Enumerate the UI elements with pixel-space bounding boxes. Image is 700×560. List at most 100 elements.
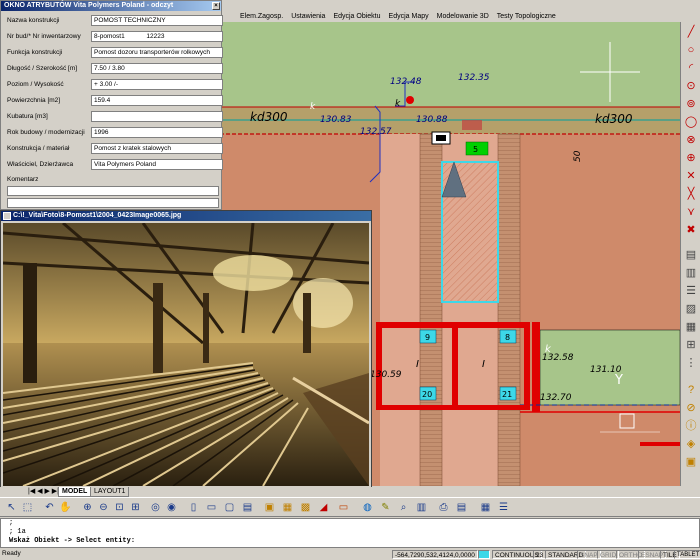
- coordinates-readout: -564,7290,532,4124,0,0000: [392, 550, 478, 559]
- cad-k-label: k: [310, 102, 316, 112]
- menu-ustawienia[interactable]: Ustawienia: [291, 13, 325, 20]
- arc-icon[interactable]: ◜: [683, 60, 699, 76]
- zoom-extents-icon[interactable]: ◎: [148, 500, 163, 515]
- attr-value-field[interactable]: Pomost dozoru transporterów rolkowych: [91, 47, 223, 58]
- menu-modelowanie-3d[interactable]: Modelowanie 3D: [437, 13, 489, 20]
- info-icon[interactable]: ⓘ: [683, 418, 699, 434]
- attr-row: Właściciel, Dzierżawca Vita Polymers Pola…: [5, 158, 223, 172]
- command-line[interactable]: ; ; 1a Wskaż Obiekt -> Select entity:: [0, 518, 700, 548]
- extend-icon[interactable]: ✕: [683, 168, 699, 184]
- close-icon[interactable]: ×: [212, 2, 220, 10]
- layer-icon[interactable]: ▩: [298, 500, 313, 515]
- pointer-icon[interactable]: ↖: [4, 500, 19, 515]
- tag-icon[interactable]: ◈: [683, 436, 699, 452]
- attr-value-field[interactable]: 1996: [91, 127, 223, 138]
- photo-window-title-bar[interactable]: C:\!_Vita\Foto\8-Pomost1\2004_0423Image0…: [1, 211, 371, 221]
- layer-color-swatch[interactable]: [478, 550, 490, 559]
- status-bar: Ready -564,7290,532,4124,0,0000 CONTINUO…: [0, 549, 700, 560]
- frame-icon[interactable]: ▢: [222, 500, 237, 515]
- menu-edycja-mapy[interactable]: Edycja Mapy: [389, 13, 429, 20]
- zoom-prev-icon[interactable]: ◉: [164, 500, 179, 515]
- attr-label: Nr bud/* Nr inwentarzowy: [7, 33, 81, 40]
- image-icon[interactable]: ▣: [262, 500, 277, 515]
- attribute-window-title: OKNO ATRYBUTÓW Vita Polymers Poland - od…: [4, 2, 174, 9]
- circle-icon[interactable]: ○: [683, 42, 699, 58]
- trim-icon[interactable]: ╳: [683, 186, 699, 202]
- measure-icon[interactable]: ⊘: [683, 400, 699, 416]
- dots-icon[interactable]: ⋮: [683, 355, 699, 371]
- grid-icon[interactable]: ⊞: [683, 337, 699, 353]
- attr-value-field[interactable]: 7.50 / 3.80: [91, 63, 223, 74]
- align-icon[interactable]: ☰: [683, 283, 699, 299]
- attr-label: Powierzchnia [m2]: [7, 97, 61, 104]
- point-icon[interactable]: ⊙: [683, 78, 699, 94]
- query-icon[interactable]: ⌕: [396, 500, 411, 515]
- conveyor-photo-image: [3, 223, 369, 486]
- menu-elem-zagosp[interactable]: Elem.Zagosp.: [240, 13, 283, 20]
- shape-icon[interactable]: ◢: [316, 500, 331, 515]
- window-menu-icon[interactable]: [3, 212, 11, 220]
- layer-icon[interactable]: ▤: [683, 247, 699, 263]
- comment-row: Komentarz: [5, 173, 219, 187]
- attr-label: Poziom / Wysokość: [7, 81, 64, 88]
- window-icon[interactable]: ▥: [414, 500, 429, 515]
- center-icon[interactable]: ⊕: [683, 150, 699, 166]
- save-icon[interactable]: ▤: [454, 500, 469, 515]
- arc-point-icon[interactable]: ◯: [683, 114, 699, 130]
- zoom-out-icon[interactable]: ⊖: [96, 500, 111, 515]
- attr-value-field[interactable]: 159.4: [91, 95, 223, 106]
- menu-testy-topologiczne[interactable]: Testy Topologiczne: [497, 13, 556, 20]
- copy-icon[interactable]: ▤: [240, 500, 255, 515]
- attr-label: Właściciel, Dzierżawca: [7, 161, 74, 168]
- tablet-toggle[interactable]: TABLET: [674, 550, 700, 559]
- node-icon[interactable]: ⊗: [683, 132, 699, 148]
- table-icon[interactable]: ▭: [336, 500, 351, 515]
- zoom-window-icon[interactable]: ⊡: [112, 500, 127, 515]
- cross-icon[interactable]: ✖: [683, 222, 699, 238]
- room-number: 8: [505, 333, 510, 342]
- tool-icon[interactable]: ✎: [378, 500, 393, 515]
- pipe-label: kd300: [250, 110, 288, 124]
- globe-icon[interactable]: ◍: [360, 500, 375, 515]
- query-icon[interactable]: ?: [683, 382, 699, 398]
- command-prompt[interactable]: Wskaż Obiekt -> Select entity:: [1, 537, 699, 546]
- view-icon[interactable]: ▯: [186, 500, 201, 515]
- page-icon[interactable]: ▭: [204, 500, 219, 515]
- properties-icon[interactable]: ▥: [683, 265, 699, 281]
- map-icon[interactable]: ▦: [280, 500, 295, 515]
- attr-value-field[interactable]: Pomost z kratek stalowych: [91, 143, 223, 154]
- zoom-all-icon[interactable]: ⊞: [128, 500, 143, 515]
- block-icon[interactable]: ▦: [683, 319, 699, 335]
- cad-k-label: k: [395, 99, 401, 109]
- select-icon[interactable]: ⬚: [20, 500, 35, 515]
- attr-value-field[interactable]: POMOST TECHNICZNY: [91, 15, 223, 26]
- hatch-icon[interactable]: ▨: [683, 301, 699, 317]
- attribute-window-title-bar[interactable]: OKNO ATRYBUTÓW Vita Polymers Poland - od…: [1, 1, 221, 11]
- grid-icon[interactable]: ▦: [478, 500, 493, 515]
- green-box-number: 5: [473, 145, 478, 154]
- list-icon[interactable]: ☰: [496, 500, 511, 515]
- tab-nav-arrows[interactable]: |◀ ◀ ▶ ▶|: [28, 487, 59, 495]
- command-history-line: ; 1a: [9, 528, 26, 536]
- attribute-window: OKNO ATRYBUTÓW Vita Polymers Poland - od…: [0, 0, 223, 210]
- command-history-line: ;: [9, 519, 14, 527]
- tab-layout1[interactable]: LAYOUT1: [90, 487, 130, 497]
- attr-value-field[interactable]: Vita Polymers Poland: [91, 159, 223, 170]
- circle-point-icon[interactable]: ⊚: [683, 96, 699, 112]
- line-icon[interactable]: ╱: [683, 24, 699, 40]
- offset-icon[interactable]: ⋎: [683, 204, 699, 220]
- attr-value-field[interactable]: [91, 111, 223, 122]
- photo-icon[interactable]: ▣: [683, 454, 699, 470]
- attr-label: Kubatura [m3]: [7, 113, 48, 120]
- zoom-in-icon[interactable]: ⊕: [80, 500, 95, 515]
- comment-field-2[interactable]: [7, 198, 219, 208]
- attr-label: Funkcja konstrukcji: [7, 49, 63, 56]
- tab-model[interactable]: MODEL: [58, 487, 92, 497]
- print-icon[interactable]: ⎙: [436, 500, 451, 515]
- comment-field[interactable]: [7, 186, 219, 196]
- attr-value-field[interactable]: 8-pomost1 12223: [91, 31, 223, 42]
- pan-icon[interactable]: ✋: [58, 500, 73, 515]
- attr-value-field[interactable]: + 3.00 /-: [91, 79, 223, 90]
- undo-icon[interactable]: ↶: [42, 500, 57, 515]
- menu-edycja-obiektu[interactable]: Edycja Obiektu: [333, 13, 380, 20]
